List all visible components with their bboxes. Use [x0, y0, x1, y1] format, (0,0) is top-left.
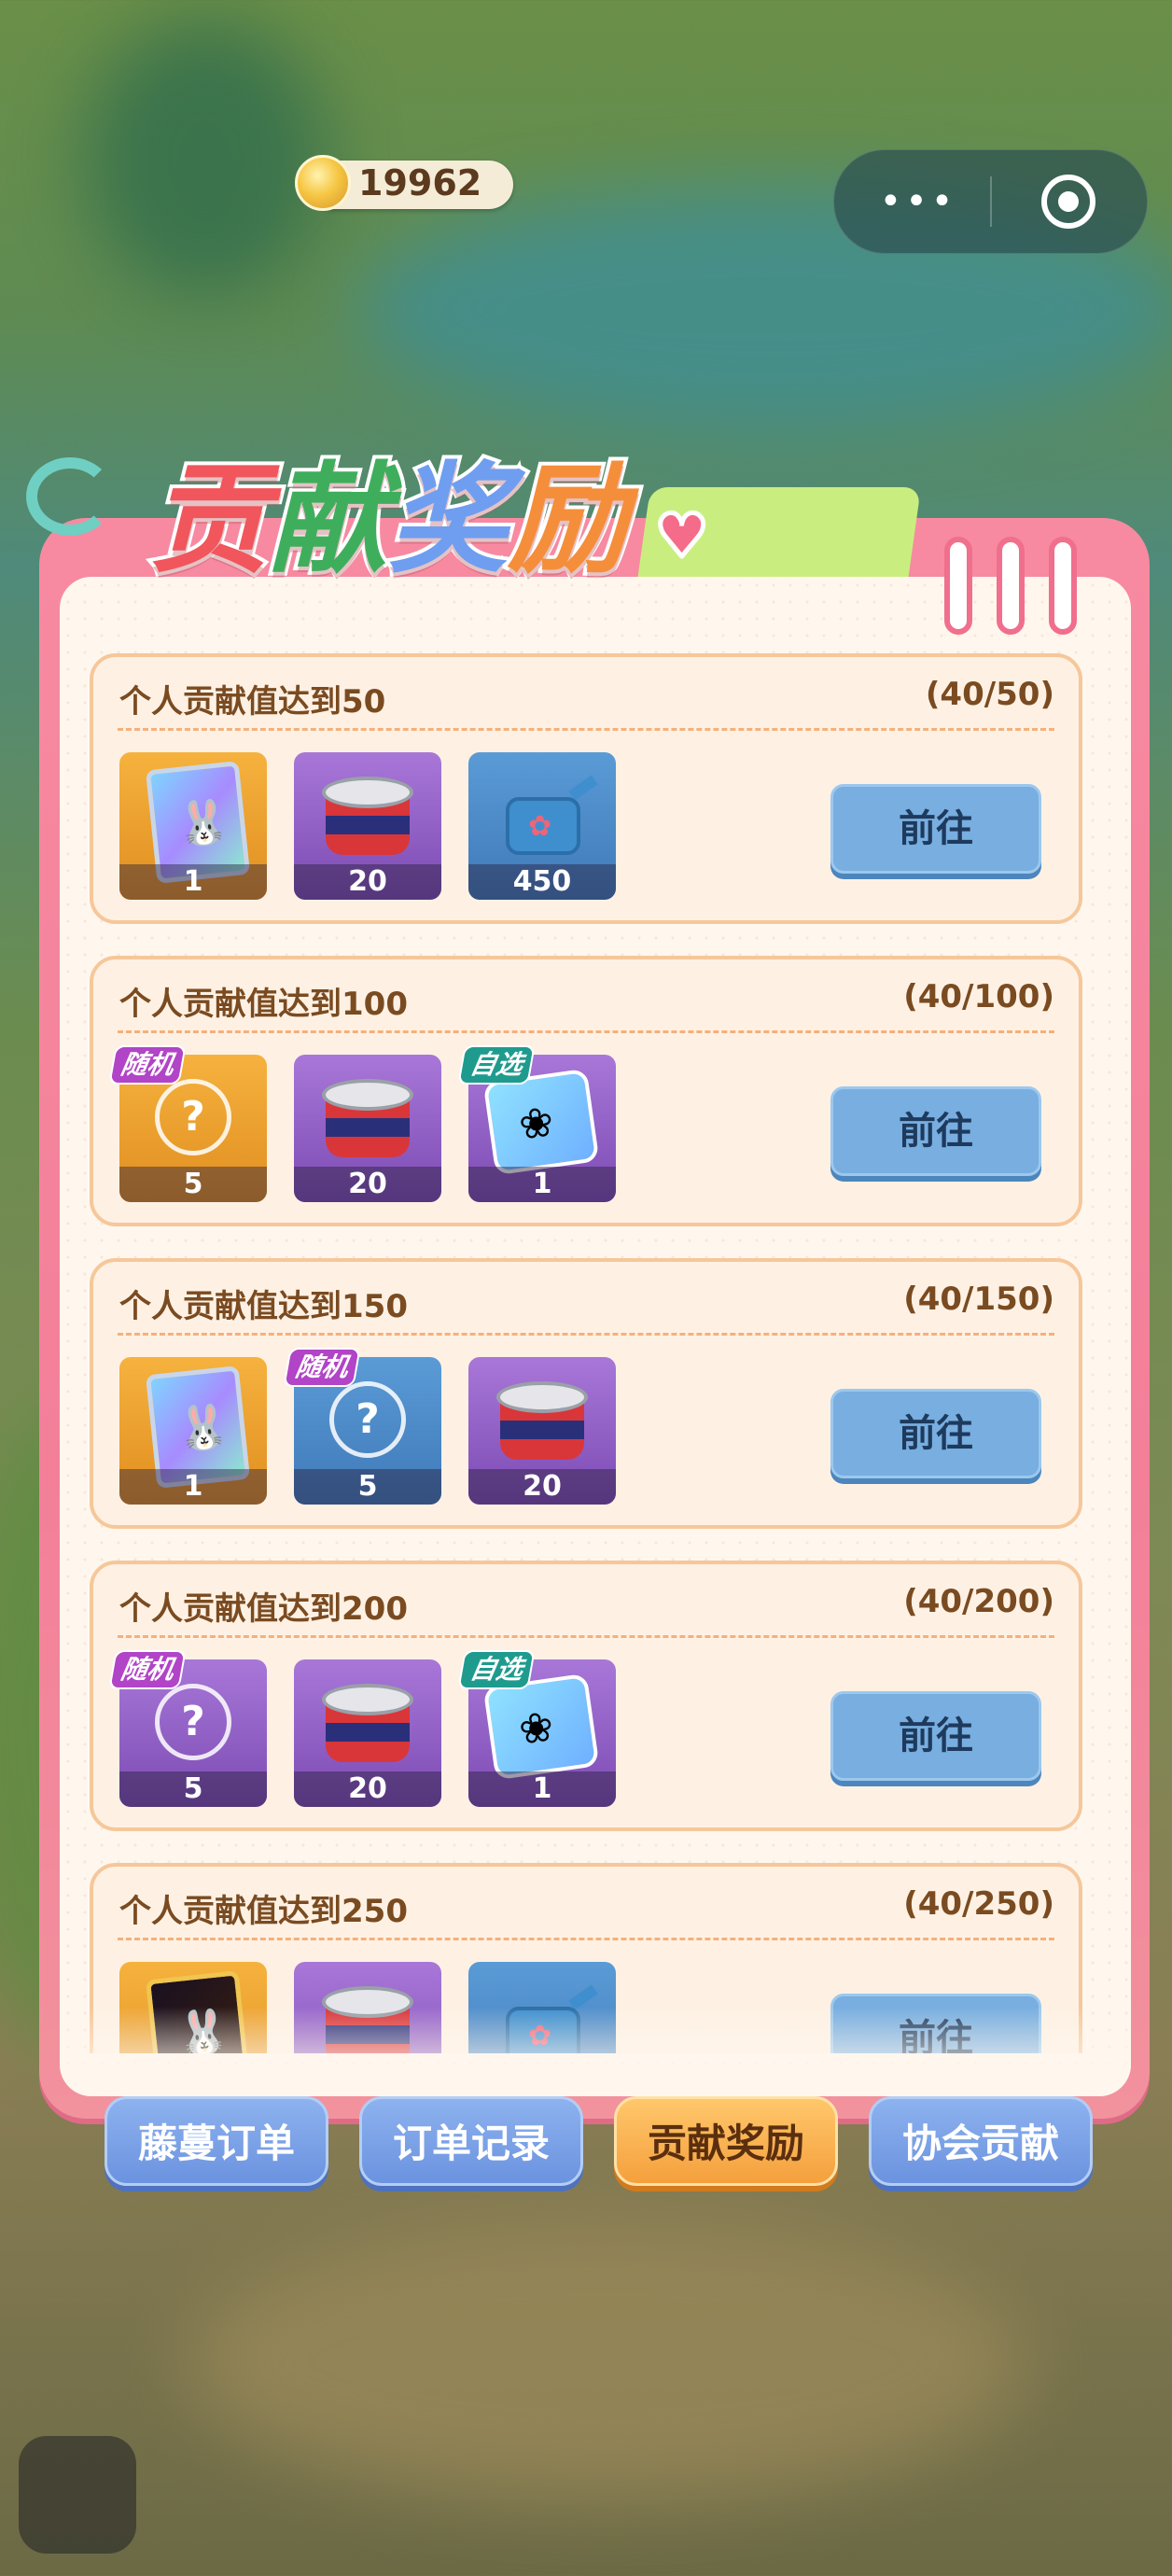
reward-item-count: 1	[119, 1469, 267, 1505]
reward-item-count: 1	[119, 864, 267, 900]
heart-icon: ♥	[652, 500, 710, 574]
watering-can-icon: ✿	[487, 1982, 599, 2053]
random-tag: 随机	[108, 1045, 187, 1085]
go-button[interactable]: 前往	[830, 1086, 1041, 1176]
reward-item-count: 5	[294, 1469, 441, 1505]
reward-row-progress: (40/50)	[925, 676, 1054, 713]
reward-item-count: 20	[294, 1771, 441, 1807]
reward-item-spirit[interactable]: ? 随机 5	[108, 1650, 267, 1807]
reward-row-title: 个人贡献值达到50	[119, 683, 386, 721]
tab-order-history[interactable]: 订单记录	[359, 2096, 583, 2186]
food-can-icon	[496, 1381, 588, 1465]
select-tag: 自选	[457, 1650, 536, 1689]
reward-item-can[interactable]	[294, 1962, 441, 2053]
reward-item-can[interactable]: 20	[294, 752, 441, 900]
go-button[interactable]: 前往	[830, 1389, 1041, 1478]
food-can-icon	[322, 1684, 413, 1768]
reward-row-progress: (40/150)	[903, 1281, 1054, 1318]
tab-guild-contribution[interactable]: 协会贡献	[869, 2096, 1093, 2186]
food-can-icon	[322, 1079, 413, 1163]
random-tag: 随机	[108, 1650, 187, 1689]
dashed-divider	[118, 1333, 1054, 1336]
reward-item-can[interactable]: 20	[468, 1357, 616, 1505]
background-tree	[84, 19, 327, 299]
reward-item-count: 1	[468, 1167, 616, 1202]
mystery-rabbit-spirit-icon: ?	[155, 1079, 231, 1155]
reward-row: 个人贡献值达到50 (40/50) 🐰 1 20 ✿ 450 前往	[90, 653, 1082, 924]
panel-title-char: 励	[504, 447, 631, 594]
reward-row: 个人贡献值达到100 (40/100) ? 随机 5 20 ❀ 自选 1 前往	[90, 956, 1082, 1226]
reward-row: 个人贡献值达到150 (40/150) 🐰 1 ? 随机 5 20 前往	[90, 1258, 1082, 1529]
dashed-divider	[118, 728, 1054, 731]
reward-item-spirit[interactable]: ? 随机 5	[283, 1348, 441, 1505]
panel-title-char: 奖	[384, 447, 511, 594]
reward-item-watering-can[interactable]: ✿ 450	[468, 752, 616, 900]
mystery-rabbit-spirit-icon: ?	[155, 1684, 231, 1760]
panel-title: 贡献奖励	[146, 446, 631, 595]
reward-item-can[interactable]: 20	[294, 1659, 441, 1807]
dashed-divider	[118, 1938, 1054, 1940]
mini-program-capsule: •••	[833, 149, 1148, 254]
corner-menu-button[interactable]	[19, 2436, 136, 2554]
go-button[interactable]: 前往	[830, 1994, 1041, 2053]
reward-item-seed-bag[interactable]: ❀ 自选 1	[457, 1650, 616, 1807]
swirl-decoration-icon	[26, 457, 114, 536]
reward-row-title: 个人贡献值达到100	[119, 986, 408, 1023]
binder-ring	[944, 537, 972, 635]
reward-row-title: 个人贡献值达到250	[119, 1893, 408, 1930]
target-close-icon[interactable]	[1041, 175, 1095, 229]
reward-item-seed-bag[interactable]: ❀ 自选 1	[457, 1045, 616, 1202]
reward-row-progress: (40/200)	[903, 1583, 1054, 1620]
reward-item-count: 20	[468, 1469, 616, 1505]
reward-item-count: 20	[294, 864, 441, 900]
reward-item-watering-can[interactable]: ✿	[468, 1962, 616, 2053]
go-button[interactable]: 前往	[830, 784, 1041, 874]
reward-item-rabbit-card[interactable]: 🐰 1	[119, 1357, 267, 1505]
background-ground	[187, 2221, 1026, 2501]
reward-list[interactable]: 个人贡献值达到50 (40/50) 🐰 1 20 ✿ 450 前往 个人贡献值达…	[90, 653, 1082, 2053]
gold-coin-icon	[295, 155, 351, 211]
dashed-divider	[118, 1635, 1054, 1638]
random-tag: 随机	[283, 1348, 361, 1387]
coin-balance: 19962	[358, 162, 482, 203]
reward-item-count: 5	[119, 1167, 267, 1202]
panel-title-char: 贡	[146, 447, 272, 594]
reward-row-title: 个人贡献值达到200	[119, 1590, 408, 1628]
panel-title-char: 献	[265, 447, 392, 594]
reward-row-progress: (40/100)	[903, 978, 1054, 1015]
rabbit-card-icon: 🐰	[145, 1970, 251, 2053]
capsule-divider	[990, 176, 992, 227]
reward-item-can[interactable]: 20	[294, 1055, 441, 1202]
reward-row: 个人贡献值达到250 (40/250) 🐰 ✿ 前往	[90, 1863, 1082, 2053]
food-can-icon	[322, 1986, 413, 2053]
reward-item-rabbit-card[interactable]: 🐰 1	[119, 752, 267, 900]
select-tag: 自选	[457, 1045, 536, 1085]
reward-row-title: 个人贡献值达到150	[119, 1288, 408, 1325]
reward-item-count: 5	[119, 1771, 267, 1807]
dashed-divider	[118, 1030, 1054, 1033]
more-dots-icon[interactable]: •••	[872, 178, 965, 225]
reward-item-rabbit-card[interactable]: 🐰	[119, 1962, 267, 2053]
tab-contribution-rewards[interactable]: 贡献奖励	[614, 2096, 838, 2186]
reward-item-count: 1	[468, 1771, 616, 1807]
reward-row: 个人贡献值达到200 (40/200) ? 随机 5 20 ❀ 自选 1 前往	[90, 1561, 1082, 1831]
watering-can-icon: ✿	[487, 773, 599, 862]
reward-item-count: 20	[294, 1167, 441, 1202]
mystery-rabbit-spirit-icon: ?	[329, 1381, 406, 1458]
food-can-icon	[322, 777, 413, 861]
reward-item-spirit[interactable]: ? 随机 5	[108, 1045, 267, 1202]
reward-row-progress: (40/250)	[903, 1885, 1054, 1923]
binder-ring	[1049, 537, 1077, 635]
binder-ring	[997, 537, 1025, 635]
go-button[interactable]: 前往	[830, 1691, 1041, 1781]
tab-vine-orders[interactable]: 藤蔓订单	[105, 2096, 328, 2186]
reward-item-count: 450	[468, 864, 616, 900]
